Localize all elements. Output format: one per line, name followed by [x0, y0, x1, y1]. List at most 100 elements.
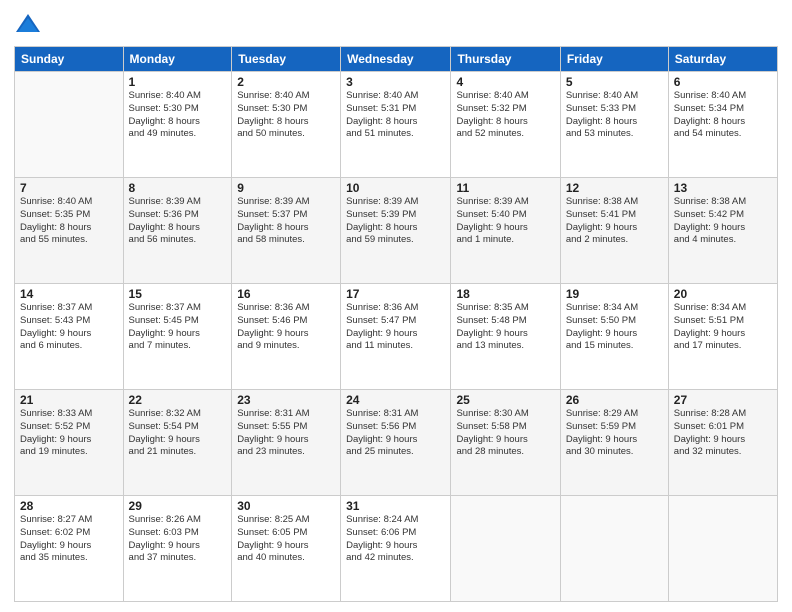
- day-number: 12: [566, 181, 663, 195]
- calendar-cell: 9Sunrise: 8:39 AM Sunset: 5:37 PM Daylig…: [232, 178, 341, 284]
- calendar-cell: [668, 496, 777, 602]
- day-info: Sunrise: 8:34 AM Sunset: 5:51 PM Dayligh…: [674, 302, 772, 353]
- day-info: Sunrise: 8:40 AM Sunset: 5:35 PM Dayligh…: [20, 196, 118, 247]
- day-number: 16: [237, 287, 335, 301]
- day-info: Sunrise: 8:40 AM Sunset: 5:31 PM Dayligh…: [346, 90, 445, 141]
- day-number: 20: [674, 287, 772, 301]
- calendar-cell: 15Sunrise: 8:37 AM Sunset: 5:45 PM Dayli…: [123, 284, 232, 390]
- day-info: Sunrise: 8:38 AM Sunset: 5:41 PM Dayligh…: [566, 196, 663, 247]
- weekday-wednesday: Wednesday: [341, 47, 451, 72]
- day-number: 7: [20, 181, 118, 195]
- week-row-3: 14Sunrise: 8:37 AM Sunset: 5:43 PM Dayli…: [15, 284, 778, 390]
- calendar-cell: 3Sunrise: 8:40 AM Sunset: 5:31 PM Daylig…: [341, 72, 451, 178]
- day-number: 21: [20, 393, 118, 407]
- day-number: 23: [237, 393, 335, 407]
- calendar-cell: [560, 496, 668, 602]
- day-number: 13: [674, 181, 772, 195]
- day-info: Sunrise: 8:35 AM Sunset: 5:48 PM Dayligh…: [456, 302, 554, 353]
- calendar-cell: 31Sunrise: 8:24 AM Sunset: 6:06 PM Dayli…: [341, 496, 451, 602]
- day-number: 26: [566, 393, 663, 407]
- day-number: 1: [129, 75, 227, 89]
- calendar-cell: 23Sunrise: 8:31 AM Sunset: 5:55 PM Dayli…: [232, 390, 341, 496]
- day-number: 27: [674, 393, 772, 407]
- week-row-5: 28Sunrise: 8:27 AM Sunset: 6:02 PM Dayli…: [15, 496, 778, 602]
- calendar-cell: 17Sunrise: 8:36 AM Sunset: 5:47 PM Dayli…: [341, 284, 451, 390]
- calendar-cell: 28Sunrise: 8:27 AM Sunset: 6:02 PM Dayli…: [15, 496, 124, 602]
- calendar-table: SundayMondayTuesdayWednesdayThursdayFrid…: [14, 46, 778, 602]
- day-number: 14: [20, 287, 118, 301]
- calendar-cell: 19Sunrise: 8:34 AM Sunset: 5:50 PM Dayli…: [560, 284, 668, 390]
- calendar-cell: [15, 72, 124, 178]
- day-info: Sunrise: 8:40 AM Sunset: 5:33 PM Dayligh…: [566, 90, 663, 141]
- day-info: Sunrise: 8:25 AM Sunset: 6:05 PM Dayligh…: [237, 514, 335, 565]
- calendar-cell: 12Sunrise: 8:38 AM Sunset: 5:41 PM Dayli…: [560, 178, 668, 284]
- calendar-cell: 1Sunrise: 8:40 AM Sunset: 5:30 PM Daylig…: [123, 72, 232, 178]
- day-info: Sunrise: 8:39 AM Sunset: 5:40 PM Dayligh…: [456, 196, 554, 247]
- weekday-header-row: SundayMondayTuesdayWednesdayThursdayFrid…: [15, 47, 778, 72]
- day-info: Sunrise: 8:40 AM Sunset: 5:32 PM Dayligh…: [456, 90, 554, 141]
- day-info: Sunrise: 8:32 AM Sunset: 5:54 PM Dayligh…: [129, 408, 227, 459]
- weekday-monday: Monday: [123, 47, 232, 72]
- weekday-thursday: Thursday: [451, 47, 560, 72]
- day-number: 31: [346, 499, 445, 513]
- day-info: Sunrise: 8:30 AM Sunset: 5:58 PM Dayligh…: [456, 408, 554, 459]
- calendar-cell: 18Sunrise: 8:35 AM Sunset: 5:48 PM Dayli…: [451, 284, 560, 390]
- day-info: Sunrise: 8:29 AM Sunset: 5:59 PM Dayligh…: [566, 408, 663, 459]
- day-number: 4: [456, 75, 554, 89]
- calendar-cell: 13Sunrise: 8:38 AM Sunset: 5:42 PM Dayli…: [668, 178, 777, 284]
- day-info: Sunrise: 8:31 AM Sunset: 5:56 PM Dayligh…: [346, 408, 445, 459]
- day-info: Sunrise: 8:33 AM Sunset: 5:52 PM Dayligh…: [20, 408, 118, 459]
- day-info: Sunrise: 8:39 AM Sunset: 5:36 PM Dayligh…: [129, 196, 227, 247]
- logo: [14, 10, 46, 38]
- calendar-cell: 16Sunrise: 8:36 AM Sunset: 5:46 PM Dayli…: [232, 284, 341, 390]
- week-row-4: 21Sunrise: 8:33 AM Sunset: 5:52 PM Dayli…: [15, 390, 778, 496]
- day-info: Sunrise: 8:40 AM Sunset: 5:34 PM Dayligh…: [674, 90, 772, 141]
- day-number: 10: [346, 181, 445, 195]
- day-number: 17: [346, 287, 445, 301]
- calendar-cell: 20Sunrise: 8:34 AM Sunset: 5:51 PM Dayli…: [668, 284, 777, 390]
- day-info: Sunrise: 8:40 AM Sunset: 5:30 PM Dayligh…: [129, 90, 227, 141]
- weekday-tuesday: Tuesday: [232, 47, 341, 72]
- day-info: Sunrise: 8:24 AM Sunset: 6:06 PM Dayligh…: [346, 514, 445, 565]
- day-number: 18: [456, 287, 554, 301]
- day-number: 24: [346, 393, 445, 407]
- week-row-2: 7Sunrise: 8:40 AM Sunset: 5:35 PM Daylig…: [15, 178, 778, 284]
- weekday-friday: Friday: [560, 47, 668, 72]
- day-info: Sunrise: 8:38 AM Sunset: 5:42 PM Dayligh…: [674, 196, 772, 247]
- calendar-cell: 24Sunrise: 8:31 AM Sunset: 5:56 PM Dayli…: [341, 390, 451, 496]
- day-info: Sunrise: 8:28 AM Sunset: 6:01 PM Dayligh…: [674, 408, 772, 459]
- weekday-sunday: Sunday: [15, 47, 124, 72]
- day-number: 22: [129, 393, 227, 407]
- calendar-cell: 29Sunrise: 8:26 AM Sunset: 6:03 PM Dayli…: [123, 496, 232, 602]
- calendar-cell: 2Sunrise: 8:40 AM Sunset: 5:30 PM Daylig…: [232, 72, 341, 178]
- day-info: Sunrise: 8:34 AM Sunset: 5:50 PM Dayligh…: [566, 302, 663, 353]
- calendar-cell: 26Sunrise: 8:29 AM Sunset: 5:59 PM Dayli…: [560, 390, 668, 496]
- day-info: Sunrise: 8:37 AM Sunset: 5:43 PM Dayligh…: [20, 302, 118, 353]
- logo-icon: [14, 10, 42, 38]
- day-info: Sunrise: 8:36 AM Sunset: 5:47 PM Dayligh…: [346, 302, 445, 353]
- weekday-saturday: Saturday: [668, 47, 777, 72]
- day-info: Sunrise: 8:27 AM Sunset: 6:02 PM Dayligh…: [20, 514, 118, 565]
- day-number: 29: [129, 499, 227, 513]
- calendar-cell: 7Sunrise: 8:40 AM Sunset: 5:35 PM Daylig…: [15, 178, 124, 284]
- calendar-cell: 4Sunrise: 8:40 AM Sunset: 5:32 PM Daylig…: [451, 72, 560, 178]
- day-number: 5: [566, 75, 663, 89]
- day-info: Sunrise: 8:36 AM Sunset: 5:46 PM Dayligh…: [237, 302, 335, 353]
- day-number: 6: [674, 75, 772, 89]
- calendar-cell: 30Sunrise: 8:25 AM Sunset: 6:05 PM Dayli…: [232, 496, 341, 602]
- day-info: Sunrise: 8:40 AM Sunset: 5:30 PM Dayligh…: [237, 90, 335, 141]
- day-info: Sunrise: 8:37 AM Sunset: 5:45 PM Dayligh…: [129, 302, 227, 353]
- day-number: 15: [129, 287, 227, 301]
- calendar-cell: 27Sunrise: 8:28 AM Sunset: 6:01 PM Dayli…: [668, 390, 777, 496]
- day-number: 19: [566, 287, 663, 301]
- day-number: 11: [456, 181, 554, 195]
- day-info: Sunrise: 8:39 AM Sunset: 5:39 PM Dayligh…: [346, 196, 445, 247]
- week-row-1: 1Sunrise: 8:40 AM Sunset: 5:30 PM Daylig…: [15, 72, 778, 178]
- day-number: 30: [237, 499, 335, 513]
- calendar-cell: 25Sunrise: 8:30 AM Sunset: 5:58 PM Dayli…: [451, 390, 560, 496]
- page: SundayMondayTuesdayWednesdayThursdayFrid…: [0, 0, 792, 612]
- calendar-cell: 14Sunrise: 8:37 AM Sunset: 5:43 PM Dayli…: [15, 284, 124, 390]
- calendar-cell: 5Sunrise: 8:40 AM Sunset: 5:33 PM Daylig…: [560, 72, 668, 178]
- day-number: 3: [346, 75, 445, 89]
- day-info: Sunrise: 8:26 AM Sunset: 6:03 PM Dayligh…: [129, 514, 227, 565]
